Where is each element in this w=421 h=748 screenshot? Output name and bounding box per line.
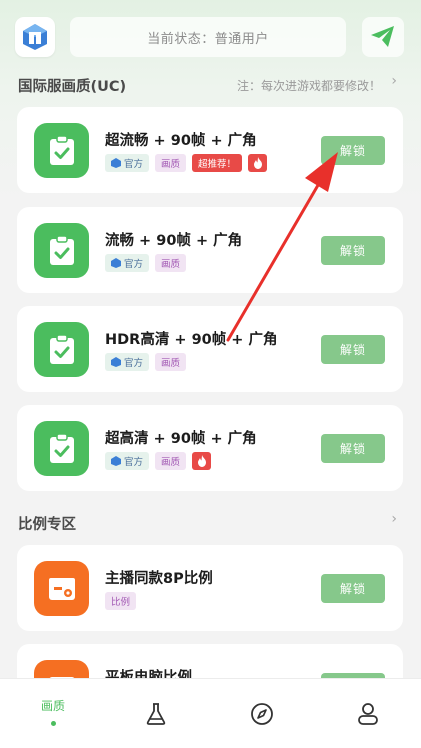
unlock-button[interactable]: 解锁 xyxy=(321,136,385,165)
quality-tag: 画质 xyxy=(155,154,187,172)
app-screen: 当前状态：普通用户 国际服画质(UC) 注：每次进游戏都要修改！ › 超流畅 +… xyxy=(0,0,421,748)
chevron-right-icon[interactable]: › xyxy=(391,511,397,527)
flask-icon xyxy=(146,703,166,725)
ratio-tag: 比例 xyxy=(105,592,137,610)
official-logo-icon xyxy=(111,158,121,168)
clipboard-check-icon xyxy=(34,421,89,476)
tag-list: 官方 画质 xyxy=(105,254,187,272)
unlock-button[interactable]: 解锁 xyxy=(321,434,385,463)
clipboard-check-icon xyxy=(34,322,89,377)
ratio-title: 主播同款8P比例 xyxy=(105,571,213,587)
unlock-button[interactable]: 解锁 xyxy=(321,335,385,364)
section-note: 注：每次进游戏都要修改！ xyxy=(236,79,381,93)
unlock-button[interactable]: 解锁 xyxy=(321,236,385,265)
quality-tag: 画质 xyxy=(155,452,187,470)
tag-list: 比例 xyxy=(105,592,137,610)
fire-icon xyxy=(192,452,212,470)
preset-title: 流畅 + 90帧 + 广角 xyxy=(105,233,243,249)
official-tag: 官方 xyxy=(105,452,150,470)
app-logo[interactable] xyxy=(15,17,55,57)
calendar-gear-icon xyxy=(34,561,89,616)
recommend-tag: 超推荐！ xyxy=(192,154,243,172)
user-status-bar: 当前状态：普通用户 xyxy=(70,17,346,57)
official-logo-icon xyxy=(111,456,121,466)
official-tag: 官方 xyxy=(105,254,150,272)
section-title-uc: 国际服画质(UC) xyxy=(18,79,127,95)
clipboard-check-icon xyxy=(34,223,89,278)
chevron-right-icon[interactable]: › xyxy=(391,73,397,89)
preset-card: 超流畅 + 90帧 + 广角 官方 画质 超推荐！ 解锁 xyxy=(17,107,403,193)
preset-card: 超高清 + 90帧 + 广角 官方 画质 解锁 xyxy=(17,405,403,491)
tag-list: 官方 画质 xyxy=(105,452,212,470)
paper-plane-icon xyxy=(371,26,394,47)
clipboard-check-icon xyxy=(34,123,89,178)
section-title-ratio: 比例专区 xyxy=(18,517,76,533)
quality-tag: 画质 xyxy=(155,254,187,272)
preset-card: 流畅 + 90帧 + 广角 官方 画质 解锁 xyxy=(17,207,403,293)
preset-title: 超高清 + 90帧 + 广角 xyxy=(105,431,257,447)
nav-tab-profile[interactable] xyxy=(333,679,403,748)
nav-tab-flask[interactable] xyxy=(121,679,191,748)
send-button[interactable] xyxy=(362,17,404,57)
preset-title: 超流畅 + 90帧 + 广角 xyxy=(105,133,257,149)
official-logo-icon xyxy=(111,357,121,367)
preset-title: HDR高清 + 90帧 + 广角 xyxy=(105,332,278,348)
compass-icon xyxy=(251,703,273,725)
nav-tab-quality[interactable]: 画质 xyxy=(18,679,88,748)
tag-list: 官方 画质 超推荐！ xyxy=(105,154,268,172)
user-status-text: 当前状态：普通用户 xyxy=(147,31,269,47)
active-indicator xyxy=(50,720,56,726)
fire-icon xyxy=(248,154,268,172)
tag-list: 官方 画质 xyxy=(105,353,187,371)
official-tag: 官方 xyxy=(105,353,150,371)
quality-tag: 画质 xyxy=(155,353,187,371)
official-tag: 官方 xyxy=(105,154,150,172)
preset-card: HDR高清 + 90帧 + 广角 官方 画质 解锁 xyxy=(17,306,403,392)
ratio-card: 主播同款8P比例 比例 解锁 xyxy=(17,545,403,631)
official-logo-icon xyxy=(111,258,121,268)
nav-tab-quality-label: 画质 xyxy=(40,698,65,713)
bottom-nav: 画质 xyxy=(0,678,421,748)
nav-tab-discover[interactable] xyxy=(227,679,297,748)
unlock-button[interactable]: 解锁 xyxy=(321,574,385,603)
user-icon xyxy=(358,703,378,725)
app-logo-icon xyxy=(23,24,47,50)
